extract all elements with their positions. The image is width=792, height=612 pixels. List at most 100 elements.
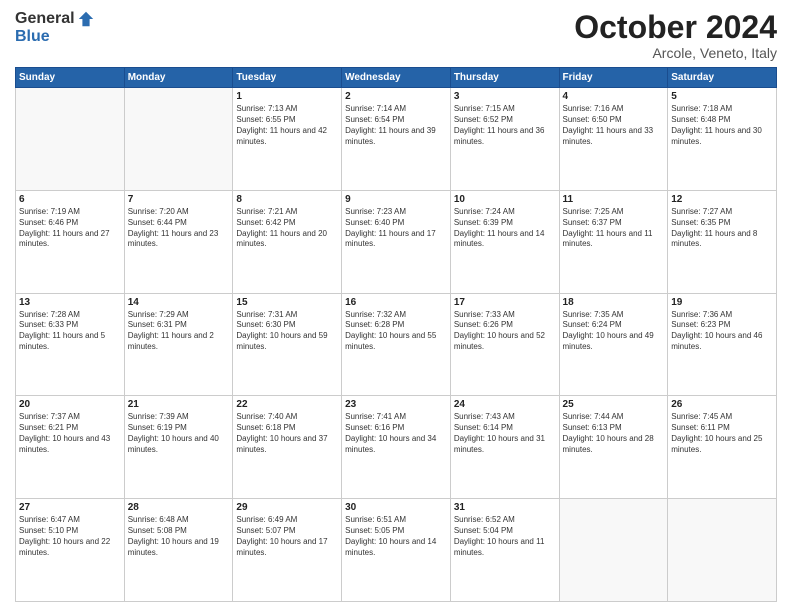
day-number: 4 xyxy=(563,91,665,102)
calendar-week-row: 27 Sunrise: 6:47 AMSunset: 5:10 PMDayligh… xyxy=(16,499,777,602)
day-number: 11 xyxy=(563,194,665,205)
calendar-cell: 22 Sunrise: 7:40 AMSunset: 6:18 PMDayligh… xyxy=(233,396,342,499)
day-info: Sunrise: 7:21 AMSunset: 6:42 PMDaylight:… xyxy=(236,207,338,250)
calendar-cell: 6 Sunrise: 7:19 AMSunset: 6:46 PMDaylight… xyxy=(16,190,125,293)
header: General Blue October 2024 Arcole, Veneto… xyxy=(15,10,777,61)
calendar-week-row: 1Sunrise: 7:13 AMSunset: 6:55 PMDaylight… xyxy=(16,88,777,191)
day-info: Sunrise: 7:27 AMSunset: 6:35 PMDaylight:… xyxy=(671,207,773,250)
day-info: Sunrise: 7:24 AMSunset: 6:39 PMDaylight:… xyxy=(454,207,556,250)
calendar-table: SundayMondayTuesdayWednesdayThursdayFrid… xyxy=(15,67,777,602)
day-number: 25 xyxy=(563,399,665,410)
day-info: Sunrise: 7:40 AMSunset: 6:18 PMDaylight:… xyxy=(236,412,338,455)
day-info: Sunrise: 6:49 AMSunset: 5:07 PMDaylight:… xyxy=(236,515,338,558)
month-title: October 2024 xyxy=(574,10,777,45)
day-number: 7 xyxy=(128,194,230,205)
calendar-cell xyxy=(124,88,233,191)
day-number: 31 xyxy=(454,502,556,513)
day-info: Sunrise: 7:36 AMSunset: 6:23 PMDaylight:… xyxy=(671,310,773,353)
day-number: 8 xyxy=(236,194,338,205)
calendar-cell: 7 Sunrise: 7:20 AMSunset: 6:44 PMDaylight… xyxy=(124,190,233,293)
calendar-cell: 21Sunrise: 7:39 AMSunset: 6:19 PMDayligh… xyxy=(124,396,233,499)
day-info: Sunrise: 7:44 AMSunset: 6:13 PMDaylight:… xyxy=(563,412,665,455)
logo: General Blue xyxy=(15,10,95,46)
day-number: 5 xyxy=(671,91,773,102)
calendar-week-row: 6 Sunrise: 7:19 AMSunset: 6:46 PMDaylight… xyxy=(16,190,777,293)
calendar-cell: 4 Sunrise: 7:16 AMSunset: 6:50 PMDaylight… xyxy=(559,88,668,191)
calendar-cell xyxy=(16,88,125,191)
weekday-header: Monday xyxy=(124,68,233,88)
calendar-cell: 15 Sunrise: 7:31 AMSunset: 6:30 PMDayligh… xyxy=(233,293,342,396)
day-info: Sunrise: 6:47 AMSunset: 5:10 PMDaylight:… xyxy=(19,515,121,558)
calendar-cell: 26 Sunrise: 7:45 AMSunset: 6:11 PMDayligh… xyxy=(668,396,777,499)
weekday-header: Sunday xyxy=(16,68,125,88)
calendar-cell: 28 Sunrise: 6:48 AMSunset: 5:08 PMDayligh… xyxy=(124,499,233,602)
calendar-cell: 20Sunrise: 7:37 AMSunset: 6:21 PMDayligh… xyxy=(16,396,125,499)
day-info: Sunrise: 7:14 AMSunset: 6:54 PMDaylight:… xyxy=(345,104,447,147)
day-number: 23 xyxy=(345,399,447,410)
day-info: Sunrise: 7:28 AMSunset: 6:33 PMDaylight:… xyxy=(19,310,121,353)
calendar-cell: 18 Sunrise: 7:35 AMSunset: 6:24 PMDayligh… xyxy=(559,293,668,396)
day-info: Sunrise: 7:25 AMSunset: 6:37 PMDaylight:… xyxy=(563,207,665,250)
calendar-cell: 8 Sunrise: 7:21 AMSunset: 6:42 PMDaylight… xyxy=(233,190,342,293)
day-number: 12 xyxy=(671,194,773,205)
logo-text: General xyxy=(15,10,95,28)
day-info: Sunrise: 7:20 AMSunset: 6:44 PMDaylight:… xyxy=(128,207,230,250)
day-number: 22 xyxy=(236,399,338,410)
logo-general: General xyxy=(15,10,75,28)
calendar-cell: 13 Sunrise: 7:28 AMSunset: 6:33 PMDayligh… xyxy=(16,293,125,396)
day-number: 16 xyxy=(345,297,447,308)
calendar-cell: 23 Sunrise: 7:41 AMSunset: 6:16 PMDayligh… xyxy=(342,396,451,499)
calendar-cell: 16 Sunrise: 7:32 AMSunset: 6:28 PMDayligh… xyxy=(342,293,451,396)
day-info: Sunrise: 7:19 AMSunset: 6:46 PMDaylight:… xyxy=(19,207,121,250)
page: General Blue October 2024 Arcole, Veneto… xyxy=(0,0,792,612)
calendar-cell: 29Sunrise: 6:49 AMSunset: 5:07 PMDayligh… xyxy=(233,499,342,602)
weekday-header: Saturday xyxy=(668,68,777,88)
day-info: Sunrise: 7:16 AMSunset: 6:50 PMDaylight:… xyxy=(563,104,665,147)
day-number: 26 xyxy=(671,399,773,410)
calendar-cell: 25 Sunrise: 7:44 AMSunset: 6:13 PMDayligh… xyxy=(559,396,668,499)
calendar-cell xyxy=(559,499,668,602)
calendar-cell: 1Sunrise: 7:13 AMSunset: 6:55 PMDaylight… xyxy=(233,88,342,191)
day-number: 21 xyxy=(128,399,230,410)
day-number: 17 xyxy=(454,297,556,308)
day-info: Sunrise: 6:48 AMSunset: 5:08 PMDaylight:… xyxy=(128,515,230,558)
day-number: 27 xyxy=(19,502,121,513)
calendar-cell: 19Sunrise: 7:36 AMSunset: 6:23 PMDayligh… xyxy=(668,293,777,396)
day-number: 14 xyxy=(128,297,230,308)
calendar-cell: 12 Sunrise: 7:27 AMSunset: 6:35 PMDayligh… xyxy=(668,190,777,293)
calendar-cell: 17 Sunrise: 7:33 AMSunset: 6:26 PMDayligh… xyxy=(450,293,559,396)
calendar-week-row: 13 Sunrise: 7:28 AMSunset: 6:33 PMDayligh… xyxy=(16,293,777,396)
logo-blue: Blue xyxy=(15,28,50,46)
weekday-header: Tuesday xyxy=(233,68,342,88)
day-number: 3 xyxy=(454,91,556,102)
day-number: 2 xyxy=(345,91,447,102)
day-info: Sunrise: 7:45 AMSunset: 6:11 PMDaylight:… xyxy=(671,412,773,455)
calendar-cell: 11 Sunrise: 7:25 AMSunset: 6:37 PMDayligh… xyxy=(559,190,668,293)
day-info: Sunrise: 6:51 AMSunset: 5:05 PMDaylight:… xyxy=(345,515,447,558)
day-info: Sunrise: 7:23 AMSunset: 6:40 PMDaylight:… xyxy=(345,207,447,250)
calendar-cell: 2 Sunrise: 7:14 AMSunset: 6:54 PMDaylight… xyxy=(342,88,451,191)
day-number: 28 xyxy=(128,502,230,513)
weekday-header: Wednesday xyxy=(342,68,451,88)
weekday-header: Thursday xyxy=(450,68,559,88)
day-info: Sunrise: 7:13 AMSunset: 6:55 PMDaylight:… xyxy=(236,104,338,147)
day-info: Sunrise: 7:35 AMSunset: 6:24 PMDaylight:… xyxy=(563,310,665,353)
day-info: Sunrise: 7:18 AMSunset: 6:48 PMDaylight:… xyxy=(671,104,773,147)
day-number: 6 xyxy=(19,194,121,205)
day-info: Sunrise: 7:32 AMSunset: 6:28 PMDaylight:… xyxy=(345,310,447,353)
day-info: Sunrise: 7:37 AMSunset: 6:21 PMDaylight:… xyxy=(19,412,121,455)
day-info: Sunrise: 7:33 AMSunset: 6:26 PMDaylight:… xyxy=(454,310,556,353)
day-info: Sunrise: 7:31 AMSunset: 6:30 PMDaylight:… xyxy=(236,310,338,353)
day-info: Sunrise: 6:52 AMSunset: 5:04 PMDaylight:… xyxy=(454,515,556,558)
calendar-week-row: 20Sunrise: 7:37 AMSunset: 6:21 PMDayligh… xyxy=(16,396,777,499)
day-info: Sunrise: 7:29 AMSunset: 6:31 PMDaylight:… xyxy=(128,310,230,353)
calendar-cell xyxy=(668,499,777,602)
day-number: 10 xyxy=(454,194,556,205)
weekday-header: Friday xyxy=(559,68,668,88)
day-number: 24 xyxy=(454,399,556,410)
day-number: 15 xyxy=(236,297,338,308)
day-number: 18 xyxy=(563,297,665,308)
day-info: Sunrise: 7:41 AMSunset: 6:16 PMDaylight:… xyxy=(345,412,447,455)
day-number: 13 xyxy=(19,297,121,308)
calendar-cell: 3Sunrise: 7:15 AMSunset: 6:52 PMDaylight… xyxy=(450,88,559,191)
